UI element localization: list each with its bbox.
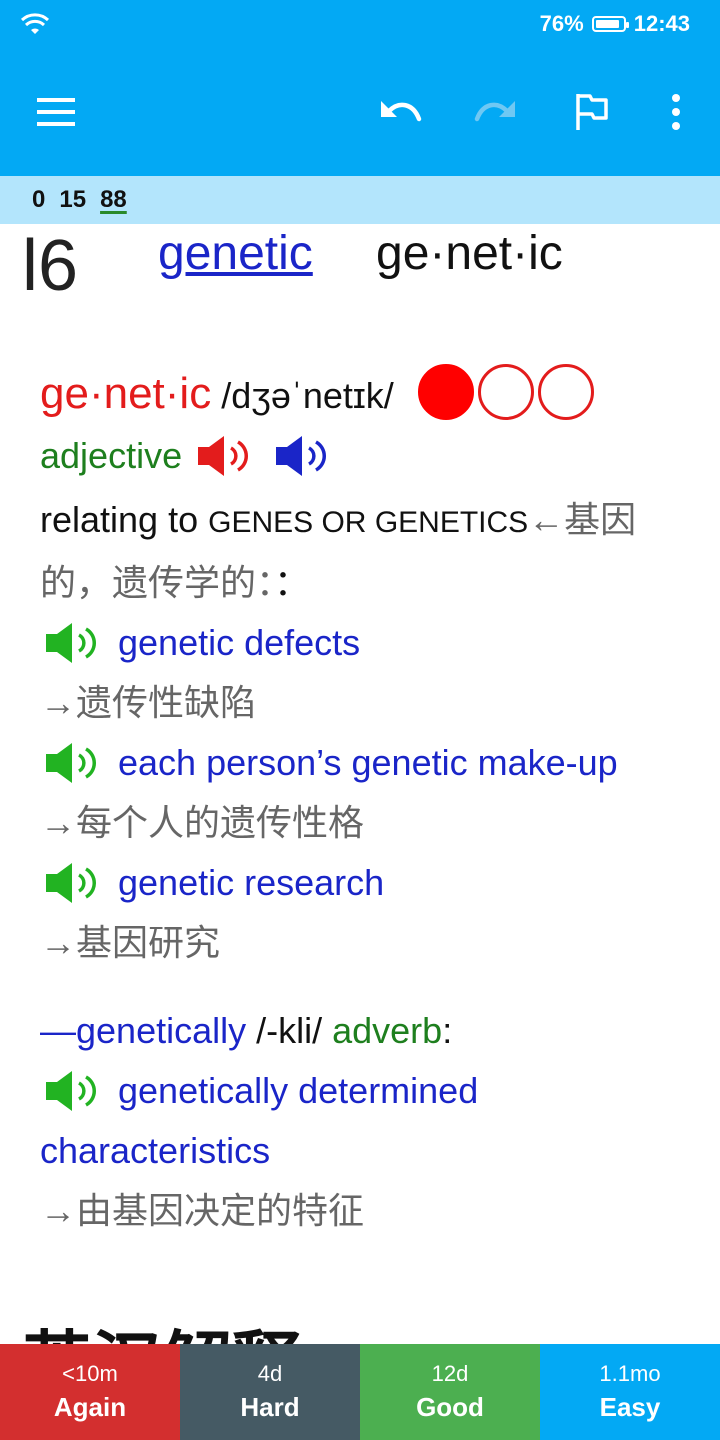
section-heading-cut-off: 英汉解释 (22, 1329, 302, 1344)
example-chinese: →遗传性缺陷 (40, 682, 257, 724)
frequency-dot-empty (477, 364, 534, 421)
speaker-us-icon[interactable] (274, 434, 334, 478)
easy-button[interactable]: 1.1mo Easy (540, 1344, 720, 1440)
again-button[interactable]: <10m Again (0, 1344, 180, 1440)
derived-example: genetically determined characteristics (40, 1061, 690, 1181)
cross-ref-genes[interactable]: GENES (208, 506, 313, 539)
flag-button[interactable] (562, 82, 622, 142)
app-bar (0, 48, 720, 176)
pos-line: adjective (40, 426, 690, 486)
speaker-example-icon[interactable] (44, 621, 104, 665)
clock: 12:43 (633, 11, 690, 36)
cross-ref-genetics[interactable]: GENETICS (375, 506, 528, 539)
redo-icon (474, 101, 515, 122)
new-count: 0 (32, 186, 46, 213)
pronunciation: /dʒəˈnetɪk/ (221, 375, 394, 416)
headword-link[interactable]: genetic (158, 226, 313, 282)
speaker-uk-icon[interactable] (196, 434, 256, 478)
speaker-example-icon[interactable] (44, 741, 104, 785)
definition: relating to GENES OR GENETICS←基因的，遗传学的：： (40, 499, 637, 604)
example-3: genetic research (40, 853, 690, 913)
example-english: genetically determined characteristics (40, 1070, 479, 1172)
learning-count: 15 (59, 186, 87, 213)
flag-icon (576, 94, 608, 130)
derived-pronunciation: /-kli/ (246, 1010, 333, 1052)
undo-icon (381, 101, 422, 122)
example-1: genetic defects (40, 613, 690, 673)
menu-button[interactable] (26, 82, 86, 142)
undo-button[interactable] (370, 82, 430, 142)
example-2: each person’s genetic make-up (40, 733, 690, 793)
frequency-dot-empty (537, 364, 594, 421)
example-chinese: →由基因决定的特征 (40, 1190, 365, 1232)
speaker-example-icon[interactable] (44, 861, 104, 905)
answer-buttons: <10m Again 4d Hard 12d Good 1.1mo Easy (0, 1344, 720, 1440)
frequency-dot-filled (417, 364, 474, 421)
status-bar: 76% 12:43 (0, 0, 720, 48)
redo-button[interactable] (466, 82, 526, 142)
dictionary-entry: ge·net·ic /dʒəˈnetɪk/ adjective relating… (40, 364, 690, 1241)
example-english: each person’s genetic make-up (118, 742, 618, 784)
overflow-menu-button[interactable] (646, 82, 706, 142)
battery-percent: 76% (539, 11, 584, 36)
card-counts: 0 15 88 (0, 176, 720, 224)
card-content[interactable]: l6 genetic ge·net·ic ge·net·ic /dʒəˈnetɪ… (0, 224, 720, 1344)
wifi-icon (20, 13, 50, 34)
speaker-example-icon[interactable] (44, 1069, 104, 1113)
derived-form: —genetically /-kli/ adverb: (40, 1010, 453, 1052)
hard-button[interactable]: 4d Hard (180, 1344, 360, 1440)
example-chinese: →基因研究 (40, 922, 221, 964)
good-button[interactable]: 12d Good (360, 1344, 540, 1440)
example-chinese: →每个人的遗传性格 (40, 802, 365, 844)
entry-head-line: ge·net·ic /dʒəˈnetɪk/ (40, 364, 690, 426)
more-vertical-icon (672, 94, 680, 130)
headword-syllables: ge·net·ic (376, 227, 563, 280)
battery-icon (591, 16, 629, 32)
example-english: genetic defects (118, 622, 361, 664)
part-of-speech: adjective (40, 435, 183, 477)
derived-word: —genetically (40, 1010, 247, 1052)
hamburger-icon (37, 98, 75, 126)
entry-headword: ge·net·ic (40, 369, 212, 418)
review-count: 88 (100, 186, 127, 213)
card-number: l6 (22, 226, 79, 306)
frequency-rating (417, 364, 594, 421)
example-english: genetic research (118, 862, 385, 904)
derived-pos: adverb (332, 1010, 443, 1052)
